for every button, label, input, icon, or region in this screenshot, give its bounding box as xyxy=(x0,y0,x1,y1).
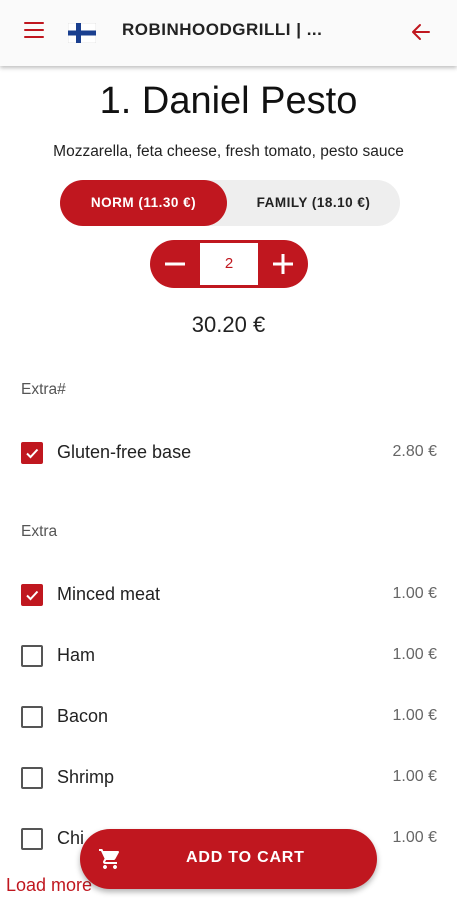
option-ham[interactable]: Ham 1.00 € xyxy=(0,635,457,675)
quantity-value[interactable]: 2 xyxy=(200,243,258,285)
option-label: Chi xyxy=(57,828,85,848)
checkbox[interactable] xyxy=(21,767,43,789)
quantity-stepper: 2 xyxy=(150,240,308,288)
option-minced-meat[interactable]: Minced meat 1.00 € xyxy=(0,574,457,614)
option-label: Gluten-free base xyxy=(57,442,192,462)
option-price: 1.00 € xyxy=(392,707,437,724)
option-price: 1.00 € xyxy=(392,585,437,602)
checkbox[interactable] xyxy=(21,645,43,667)
option-price: 1.00 € xyxy=(392,646,437,663)
decrease-quantity-button[interactable] xyxy=(150,240,200,288)
checkbox-checked[interactable] xyxy=(21,442,43,464)
section-label-extra: Extra xyxy=(21,523,58,540)
option-label: Minced meat xyxy=(57,584,161,604)
section-label-extra-hash: Extra# xyxy=(21,381,66,398)
add-to-cart-label: ADD TO CART xyxy=(186,849,305,866)
option-shrimp[interactable]: Shrimp 1.00 € xyxy=(0,757,457,797)
increase-quantity-button[interactable] xyxy=(258,240,308,288)
checkbox[interactable] xyxy=(21,706,43,728)
app-bar: ROBINHOODGRILLI | ... xyxy=(0,0,457,66)
add-to-cart-button[interactable]: ADD TO CART xyxy=(80,829,377,889)
size-option-family[interactable]: FAMILY (18.10 €) xyxy=(227,180,400,226)
option-label: Shrimp xyxy=(57,767,115,787)
total-price: 30.20 € xyxy=(191,312,266,337)
minus-icon xyxy=(165,262,185,266)
product-description: Mozzarella, feta cheese, fresh tomato, p… xyxy=(53,143,404,160)
menu-icon[interactable] xyxy=(24,22,44,40)
cart-icon xyxy=(99,849,120,869)
load-more-link[interactable]: Load more xyxy=(6,875,92,896)
checkbox[interactable] xyxy=(21,828,43,850)
checkmark-icon xyxy=(26,590,39,601)
option-price: 1.00 € xyxy=(392,829,437,846)
finland-flag-icon xyxy=(68,23,96,43)
product-title: 1. Daniel Pesto xyxy=(99,80,358,122)
option-price: 2.80 € xyxy=(392,443,437,460)
checkbox-checked[interactable] xyxy=(21,584,43,606)
option-label: Bacon xyxy=(57,706,109,726)
checkmark-icon xyxy=(26,448,39,459)
plus-icon xyxy=(273,254,293,274)
app-title: ROBINHOODGRILLI | ... xyxy=(122,20,323,39)
option-price: 1.00 € xyxy=(392,768,437,785)
size-toggle: NORM (11.30 €) FAMILY (18.10 €) xyxy=(60,180,400,226)
size-option-norm[interactable]: NORM (11.30 €) xyxy=(60,180,227,226)
option-gluten-free-base[interactable]: Gluten-free base 2.80 € xyxy=(0,432,457,472)
option-label: Ham xyxy=(57,645,96,665)
back-arrow-icon[interactable] xyxy=(409,20,433,44)
option-bacon[interactable]: Bacon 1.00 € xyxy=(0,696,457,736)
